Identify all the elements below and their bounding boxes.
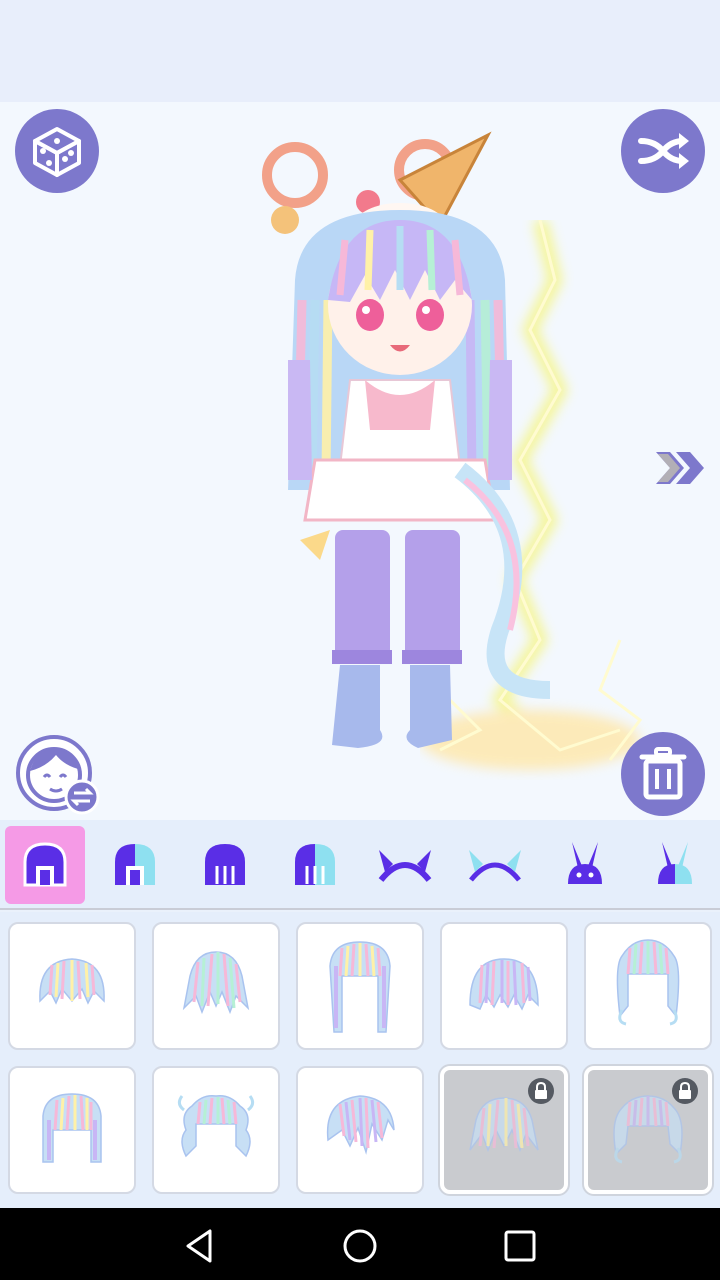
shuffle-button[interactable] xyxy=(621,109,705,193)
tab-front-hair[interactable] xyxy=(5,826,85,904)
hair-preview-icon xyxy=(177,1094,255,1158)
tab-bunny-ears[interactable] xyxy=(545,826,625,904)
hair-preview-icon xyxy=(616,939,680,1026)
hair-item-long-wavy[interactable] xyxy=(296,922,424,1050)
category-tabs xyxy=(0,820,720,910)
trash-icon xyxy=(639,747,687,800)
hair-preview-icon xyxy=(469,1097,539,1153)
hair-front-icon xyxy=(23,842,67,887)
back-icon[interactable] xyxy=(180,1226,220,1266)
hair-preview-icon xyxy=(42,1093,102,1163)
hair-item-grid xyxy=(0,912,720,1208)
hair-item-wavy-medium[interactable] xyxy=(584,1066,712,1194)
hair-item-hime-cut[interactable] xyxy=(8,1066,136,1194)
recents-icon[interactable] xyxy=(500,1226,540,1266)
randomize-button[interactable] xyxy=(15,109,99,193)
hair-preview-icon xyxy=(329,941,391,1033)
tab-horns-light[interactable] xyxy=(455,826,535,904)
system-nav-bar xyxy=(0,1208,720,1280)
hair-item-curly-ends[interactable] xyxy=(584,922,712,1050)
hair-item-short-bob[interactable] xyxy=(8,922,136,1050)
face-swap-button[interactable] xyxy=(16,735,100,815)
double-chevron-right-icon xyxy=(656,452,704,484)
hair-preview-icon xyxy=(469,958,539,1011)
hair-item-straight-bangs[interactable] xyxy=(440,922,568,1050)
lock-icon xyxy=(672,1078,698,1104)
bunny-ears-light-icon xyxy=(658,842,692,884)
tab-back-hair[interactable] xyxy=(95,826,175,904)
hair-item-curly-fluffy[interactable] xyxy=(152,1066,280,1194)
lock-icon xyxy=(528,1078,554,1104)
tab-long-hair[interactable] xyxy=(185,826,265,904)
hair-long-icon xyxy=(205,844,245,885)
delete-button[interactable] xyxy=(621,732,705,816)
horns-light-icon xyxy=(469,850,521,882)
tab-two-tone-hair[interactable] xyxy=(275,826,355,904)
character-preview xyxy=(262,131,551,748)
hair-preview-icon xyxy=(182,951,250,1015)
hair-item-spiky-short[interactable] xyxy=(440,1066,568,1194)
tab-bunny-ears-light[interactable] xyxy=(635,826,715,904)
hair-item-side-swept[interactable] xyxy=(296,1066,424,1194)
horns-icon xyxy=(378,850,432,882)
tab-horns[interactable] xyxy=(365,826,445,904)
face-swap-icon xyxy=(16,735,100,815)
dice-icon xyxy=(33,127,81,177)
hair-back-icon xyxy=(115,844,155,885)
top-bar xyxy=(0,0,720,102)
next-page-button[interactable] xyxy=(650,448,710,488)
hair-item-messy-short[interactable] xyxy=(152,922,280,1050)
hair-preview-icon xyxy=(326,1095,395,1155)
hair-preview-icon xyxy=(613,1095,683,1164)
hair-two-tone-icon xyxy=(295,844,335,885)
bunny-ears-icon xyxy=(568,842,602,884)
shuffle-icon xyxy=(638,133,689,169)
home-icon[interactable] xyxy=(340,1226,380,1266)
hair-preview-icon xyxy=(39,958,105,1005)
